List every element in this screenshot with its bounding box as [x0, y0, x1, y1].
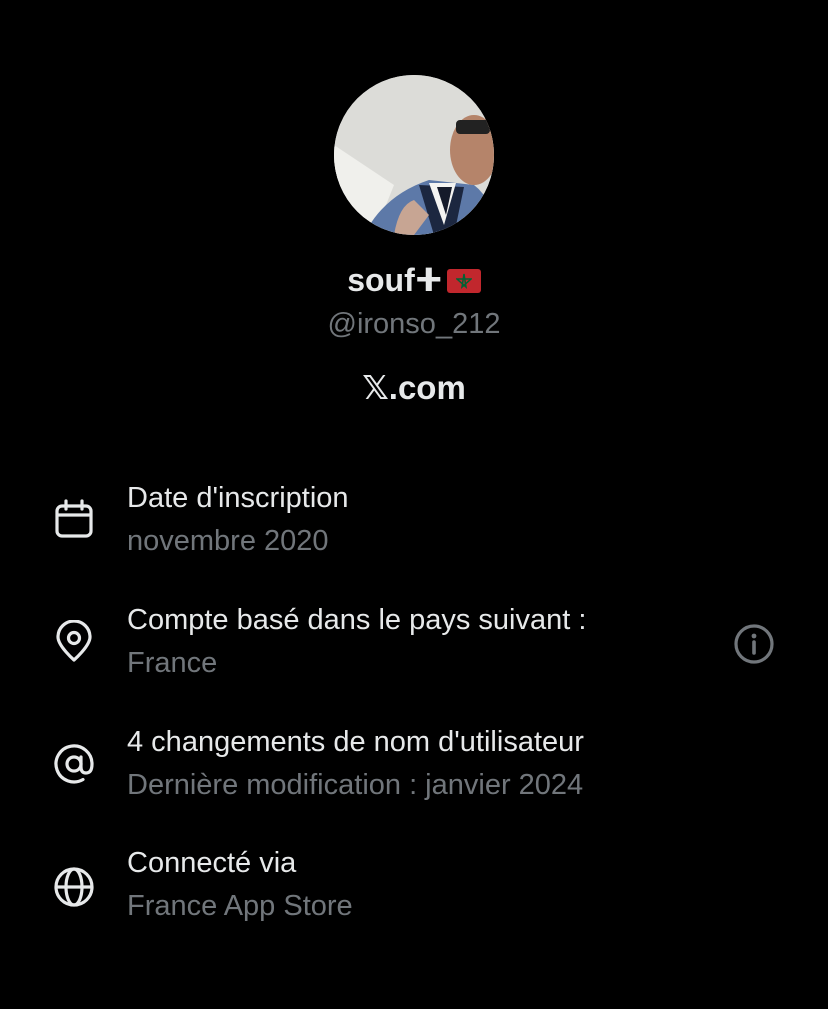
username-changes-value: Dernière modification : janvier 2024	[127, 769, 584, 801]
username-changes-label: 4 changements de nom d'utilisateur	[127, 726, 584, 758]
calendar-icon	[52, 498, 96, 542]
avatar[interactable]	[334, 75, 494, 235]
at-sign-icon	[52, 742, 96, 786]
join-date-label: Date d'inscription	[127, 482, 349, 514]
location-pin-icon	[52, 619, 96, 664]
user-handle: @ironso_212	[327, 308, 501, 340]
display-name: soufⵜ	[0, 258, 828, 302]
morocco-flag-icon	[446, 269, 481, 293]
username-changes-row: 4 changements de nom d'utilisateur Derni…	[0, 722, 828, 822]
join-date-row: Date d'inscription novembre 2020	[0, 478, 828, 578]
connected-via-label: Connecté via	[127, 847, 297, 879]
avatar-photo	[334, 75, 494, 235]
country-row: Compte basé dans le pays suivant : Franc…	[0, 600, 828, 700]
source-site: 𝕏.com	[362, 369, 466, 406]
connected-via-row: Connecté via France App Store	[0, 843, 828, 943]
info-icon[interactable]	[732, 622, 776, 666]
country-value: France	[127, 647, 218, 679]
join-date-value: novembre 2020	[127, 525, 329, 557]
globe-icon	[52, 865, 96, 909]
connected-via-value: France App Store	[127, 890, 353, 922]
country-label: Compte basé dans le pays suivant :	[127, 604, 587, 636]
display-name-text: soufⵜ	[347, 262, 443, 298]
